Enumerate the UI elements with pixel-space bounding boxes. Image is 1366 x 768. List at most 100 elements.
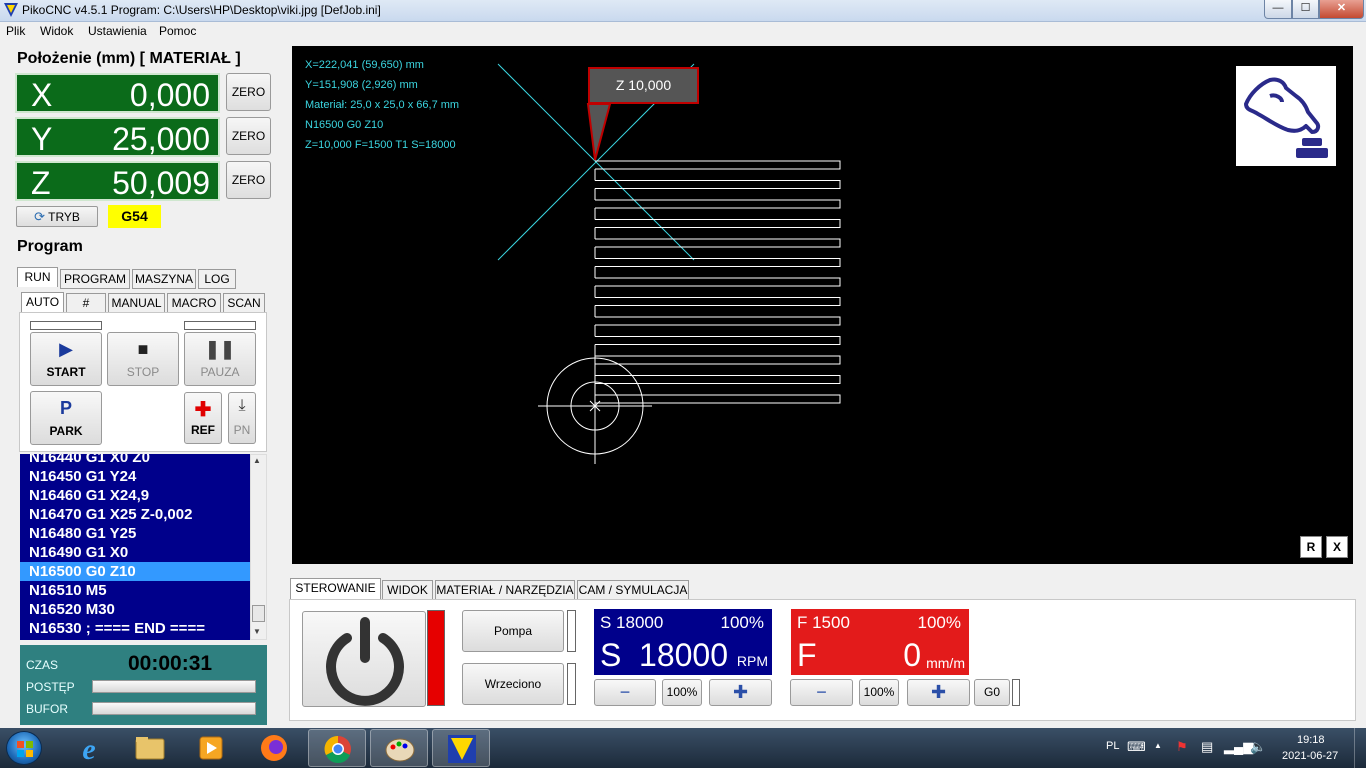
subtab-auto[interactable]: AUTO — [21, 292, 64, 312]
axis-y-value: 25,000 — [112, 121, 210, 157]
gcode-line[interactable]: N16460 G1 X24,9 — [20, 486, 250, 505]
tray-language[interactable]: PL — [1106, 740, 1119, 752]
tray-time[interactable]: 19:18 — [1297, 734, 1325, 746]
gcode-line[interactable]: N16510 M5 — [20, 581, 250, 600]
internet-explorer-icon: e — [82, 733, 95, 766]
hand-press-icon[interactable] — [1236, 66, 1336, 166]
taskbar-paint[interactable] — [370, 729, 428, 767]
feed-reset-button[interactable]: 100% — [859, 679, 899, 706]
reset-view-button[interactable]: R — [1300, 536, 1322, 558]
feed-value: 0 — [903, 637, 921, 673]
clear-view-button[interactable]: X — [1326, 536, 1348, 558]
minimize-button[interactable]: — — [1264, 0, 1292, 19]
spindle-display: S 18000 100% S 18000 RPM — [594, 609, 772, 675]
menu-widok[interactable]: Widok — [40, 24, 73, 38]
tab-widok[interactable]: WIDOK — [382, 580, 433, 600]
refresh-icon: ⟳ — [34, 209, 45, 224]
control-panel: Pompa Wrzeciono S 18000 100% S 18000 RPM… — [289, 599, 1356, 721]
folder-icon — [135, 737, 165, 760]
zero-x-button[interactable]: ZERO — [226, 73, 271, 111]
park-button[interactable]: P PARK — [30, 391, 102, 445]
volume-icon[interactable]: 🔈 — [1250, 739, 1266, 755]
pause-icon: ❚❚ — [204, 339, 236, 359]
subtab-manual[interactable]: MANUAL — [108, 293, 165, 313]
tab-cam-symulacja[interactable]: CAM / SYMULACJA — [577, 580, 689, 600]
pompa-button[interactable]: Pompa — [462, 610, 564, 652]
tab-sterowanie[interactable]: STEROWANIE — [290, 578, 381, 600]
subtab-hash[interactable]: # — [66, 293, 106, 313]
toolpath-viewport[interactable]: X=222,041 (59,650) mm Y=151,908 (2,926) … — [289, 43, 1356, 567]
spindle-plus-button[interactable]: ✚ — [709, 679, 772, 706]
subtab-macro[interactable]: MACRO — [167, 293, 221, 313]
tab-run[interactable]: RUN — [17, 267, 58, 287]
scroll-down-icon[interactable]: ▼ — [253, 627, 261, 636]
taskbar-chrome[interactable] — [308, 729, 366, 767]
position-title: Położenie (mm) [ MATERIAŁ ] — [17, 50, 241, 67]
bufor-label: BUFOR — [26, 702, 68, 716]
tab-material-narzedzia[interactable]: MATERIAŁ / NARZĘDZIA — [435, 580, 575, 600]
flag-icon[interactable]: ⚑ — [1176, 739, 1188, 755]
menu-plik[interactable]: Plik — [6, 24, 25, 38]
menu-pomoc[interactable]: Pomoc — [159, 24, 196, 38]
maximize-button[interactable]: ☐ — [1292, 0, 1319, 19]
taskbar-ie[interactable]: e — [60, 729, 118, 767]
stop-button[interactable]: ■ STOP — [107, 332, 179, 386]
axis-z-label: Z — [31, 165, 51, 201]
tab-maszyna[interactable]: MASZYNA — [132, 269, 196, 289]
bufor-progress-bar — [92, 702, 256, 715]
gcode-scrollbar[interactable]: ▲ ▼ — [250, 454, 267, 640]
gcode-line[interactable]: N16490 G1 X0 — [20, 543, 250, 562]
wrzeciono-button[interactable]: Wrzeciono — [462, 663, 564, 705]
stop-icon: ■ — [137, 339, 149, 359]
gcode-list[interactable]: N16440 G1 X0 Z0 N16450 G1 Y24 N16460 G1 … — [20, 454, 250, 640]
tray-date[interactable]: 2021-06-27 — [1282, 750, 1338, 762]
czas-value: 00:00:31 — [128, 652, 213, 675]
taskbar-explorer[interactable] — [121, 729, 179, 767]
zero-y-button[interactable]: ZERO — [226, 117, 271, 155]
show-desktop-button[interactable] — [1354, 728, 1366, 768]
zero-z-button[interactable]: ZERO — [226, 161, 271, 199]
feed-plus-button[interactable]: ✚ — [907, 679, 970, 706]
tab-program[interactable]: PROGRAM — [60, 269, 130, 289]
program-title: Program — [17, 238, 83, 255]
tryb-button[interactable]: ⟳ TRYB — [16, 206, 98, 227]
menu-ustawienia[interactable]: Ustawienia — [88, 24, 147, 38]
pikocnc-icon — [448, 735, 476, 763]
axis-z-value: 50,009 — [112, 165, 210, 201]
tray-expand-icon[interactable]: ▲ — [1154, 741, 1162, 750]
subtab-scan[interactable]: SCAN — [223, 293, 265, 313]
chrome-icon — [324, 735, 351, 763]
scroll-thumb[interactable] — [252, 605, 265, 622]
tab-log[interactable]: LOG — [198, 269, 236, 289]
close-button[interactable]: ✕ — [1319, 0, 1364, 19]
ref-button[interactable]: ✚ REF — [184, 392, 222, 444]
taskbar-firefox[interactable] — [245, 729, 303, 767]
gcode-line[interactable]: N16470 G1 X25 Z-0,002 — [20, 505, 250, 524]
gcode-line[interactable]: N16480 G1 Y25 — [20, 524, 250, 543]
gcode-line[interactable]: N16450 G1 Y24 — [20, 467, 250, 486]
start-button[interactable]: ▶ START — [30, 332, 102, 386]
network-icon[interactable]: ▂▄▆ — [1224, 739, 1253, 755]
paint-palette-icon — [385, 738, 415, 762]
z-height-label: Z 10,000 — [588, 67, 699, 104]
gcode-line-selected[interactable]: N16500 G0 Z10 — [20, 562, 250, 581]
feed-minus-button[interactable]: − — [790, 679, 853, 706]
tryb-label: TRYB — [48, 210, 80, 224]
spindle-minus-button[interactable]: − — [594, 679, 656, 706]
gcode-line[interactable]: N16440 G1 X0 Z0 — [20, 454, 250, 467]
gcode-line[interactable]: N16520 M30 — [20, 600, 250, 619]
pause-button[interactable]: ❚❚ PAUZA — [184, 332, 256, 386]
device-icon[interactable]: ▤ — [1201, 739, 1213, 755]
taskbar-pikocnc[interactable] — [432, 729, 490, 767]
start-button[interactable] — [6, 731, 42, 765]
scroll-up-icon[interactable]: ▲ — [253, 456, 261, 465]
taskbar-media[interactable] — [182, 729, 240, 767]
pn-label: PN — [233, 423, 251, 437]
spindle-value: 18000 — [639, 637, 728, 673]
gcode-line[interactable]: N16530 ; ==== END ==== — [20, 619, 250, 638]
pn-button[interactable]: ⤓ PN — [228, 392, 256, 444]
g0-button[interactable]: G0 — [974, 679, 1010, 706]
keyboard-icon[interactable]: ⌨ — [1127, 739, 1146, 755]
spindle-reset-button[interactable]: 100% — [662, 679, 702, 706]
power-button[interactable] — [302, 611, 426, 707]
